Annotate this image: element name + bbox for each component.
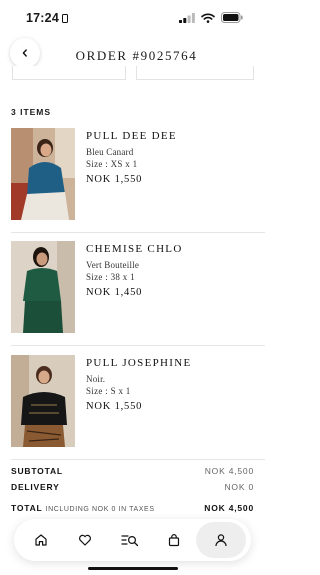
home-indicator [88,567,178,570]
nav-bag[interactable] [152,522,196,558]
total-tax-note: INCLUDING NOK 0 IN TAXES [45,506,155,513]
phone-icon [61,14,68,23]
items-count: 3 ITEMS [11,107,52,117]
product-price: NOK 1,450 [86,287,143,298]
info-card-right [136,66,254,80]
product-color: Noir. [86,374,106,384]
product-color: Vert Bouteille [86,260,140,270]
product-name: CHEMISE CHLO [86,243,183,255]
product-row[interactable]: CHEMISE CHLO Vert Bouteille Size : 38 x … [11,231,265,346]
home-icon [35,534,47,546]
search-list-icon [120,535,138,547]
subtotal-row: SUBTOTAL NOK 4,500 [11,466,254,482]
product-row[interactable]: PULL DEE DEE Bleu Canard Size : XS x 1 N… [11,118,265,233]
delivery-value: NOK 0 [224,482,254,492]
total-value: NOK 4,500 [204,503,254,513]
product-info: PULL DEE DEE Bleu Canard Size : XS x 1 N… [86,130,177,185]
heart-icon [79,534,92,546]
product-price: NOK 1,550 [86,401,143,412]
page-title: ORDER #9025764 [75,48,198,63]
nav-search[interactable] [108,522,152,558]
nav-home[interactable] [19,522,63,558]
product-info: PULL JOSEPHINE Noir. Size : S x 1 NOK 1,… [86,357,192,412]
product-price: NOK 1,550 [86,174,143,185]
wifi-icon [201,13,215,23]
battery-icon [221,12,243,23]
product-name: PULL DEE DEE [86,130,177,142]
nav-wishlist[interactable] [63,522,107,558]
product-size: Size : 38 x 1 [86,272,135,282]
signal-icon [179,12,195,23]
product-info: CHEMISE CHLO Vert Bouteille Size : 38 x … [86,243,183,298]
product-size: Size : XS x 1 [86,159,138,169]
product-image[interactable] [11,355,75,447]
status-time-text: 17:24 [26,11,59,25]
order-totals: SUBTOTAL NOK 4,500 DELIVERY NOK 0 TOTAL I… [11,466,254,514]
bag-icon [168,534,179,547]
product-photo [11,355,75,447]
status-icons [179,12,243,23]
product-name: PULL JOSEPHINE [86,357,192,369]
status-time: 17:24 [26,11,68,25]
subtotal-value: NOK 4,500 [204,466,254,476]
product-image[interactable] [11,241,75,333]
product-photo [11,241,75,333]
bottom-nav [14,519,251,561]
product-photo [11,128,75,220]
product-color: Bleu Canard [86,147,134,157]
total-label: TOTAL [11,503,43,513]
product-size: Size : S x 1 [86,386,131,396]
product-image[interactable] [11,128,75,220]
info-card-left [12,66,126,80]
subtotal-label: SUBTOTAL [11,466,63,476]
status-bar: 17:24 [0,0,265,36]
user-icon [215,534,227,547]
delivery-label: DELIVERY [11,482,60,492]
product-row[interactable]: PULL JOSEPHINE Noir. Size : S x 1 NOK 1,… [11,345,265,460]
total-row: TOTAL INCLUDING NOK 0 IN TAXES NOK 4,500 [11,498,254,514]
nav-account[interactable] [196,522,246,558]
delivery-row: DELIVERY NOK 0 [11,482,254,498]
